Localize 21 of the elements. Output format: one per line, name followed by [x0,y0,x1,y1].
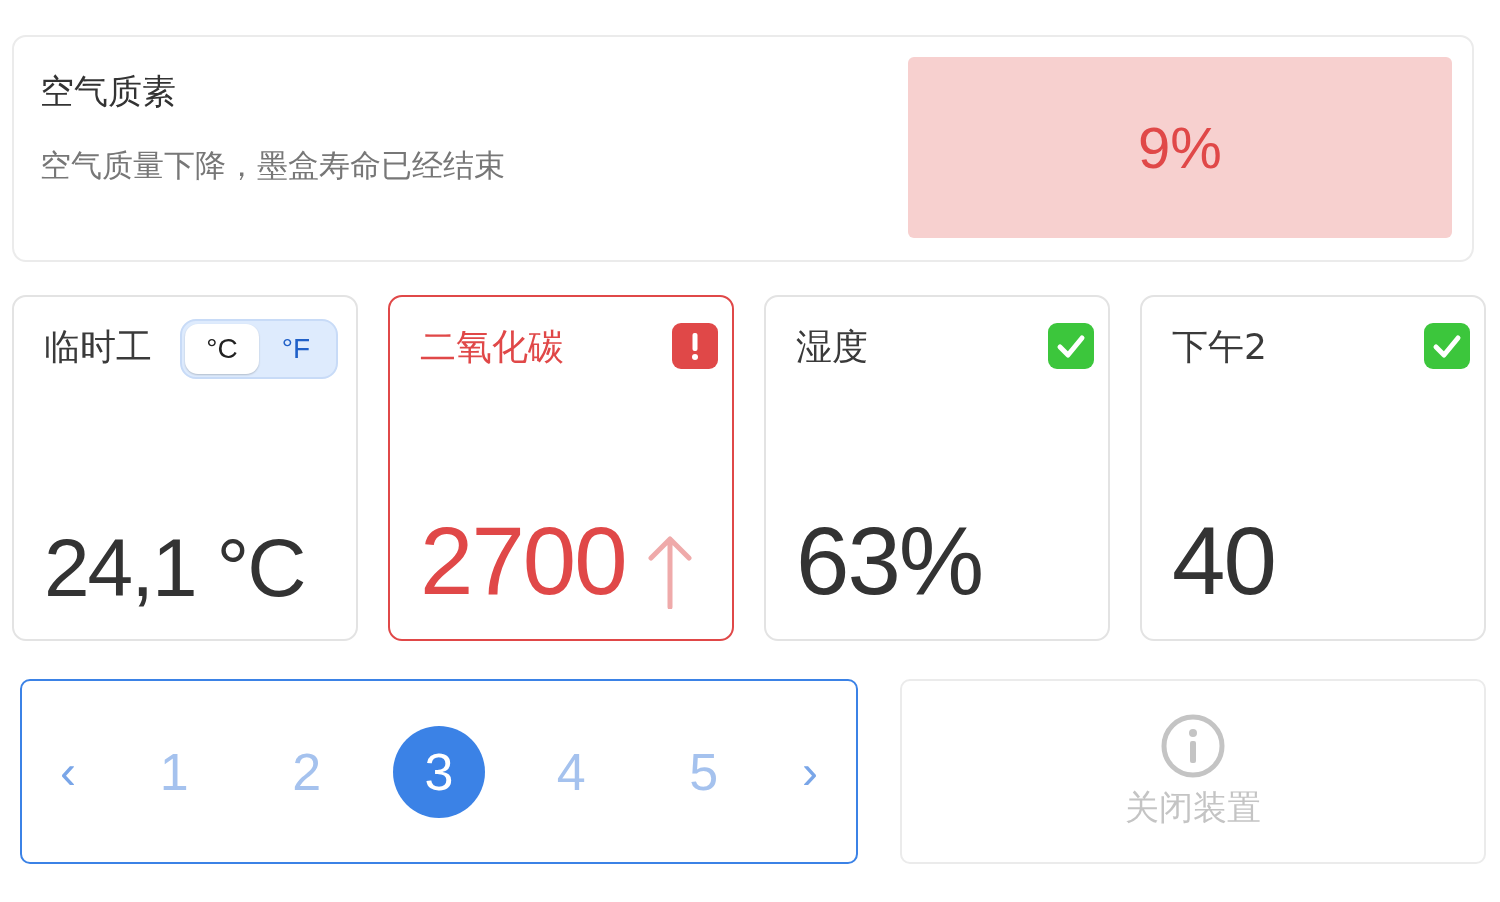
card-title: 空气质素 [40,70,177,113]
unit-option[interactable]: °C [185,324,259,374]
info-icon [1160,712,1226,779]
next-page-button[interactable]: › [789,725,830,818]
previous-page-button[interactable]: ‹ [48,725,88,818]
sensor-value: 2700 [420,513,626,609]
page-button[interactable]: 3 [393,725,485,818]
sensor-value: 63% [796,513,983,609]
sensor-title: 临时工 [44,325,152,369]
status-message: 空气质量下降，墨盒寿命已经结束 [40,146,506,185]
page-button[interactable]: 4 [525,725,618,818]
air-quality-value: 9% [908,57,1452,238]
unit-option[interactable]: °F [259,324,333,374]
sensor-value: 40 [1172,513,1275,609]
sensor-title: 湿度 [796,325,868,369]
page-button[interactable]: 5 [657,725,750,818]
sensor-value: 24,1 °C [44,527,305,609]
sensor-title: 下午2 [1172,325,1267,369]
sensor-title: 二氧化碳 [420,325,564,369]
page-button[interactable]: 2 [260,725,353,818]
page-button[interactable]: 1 [128,725,221,818]
